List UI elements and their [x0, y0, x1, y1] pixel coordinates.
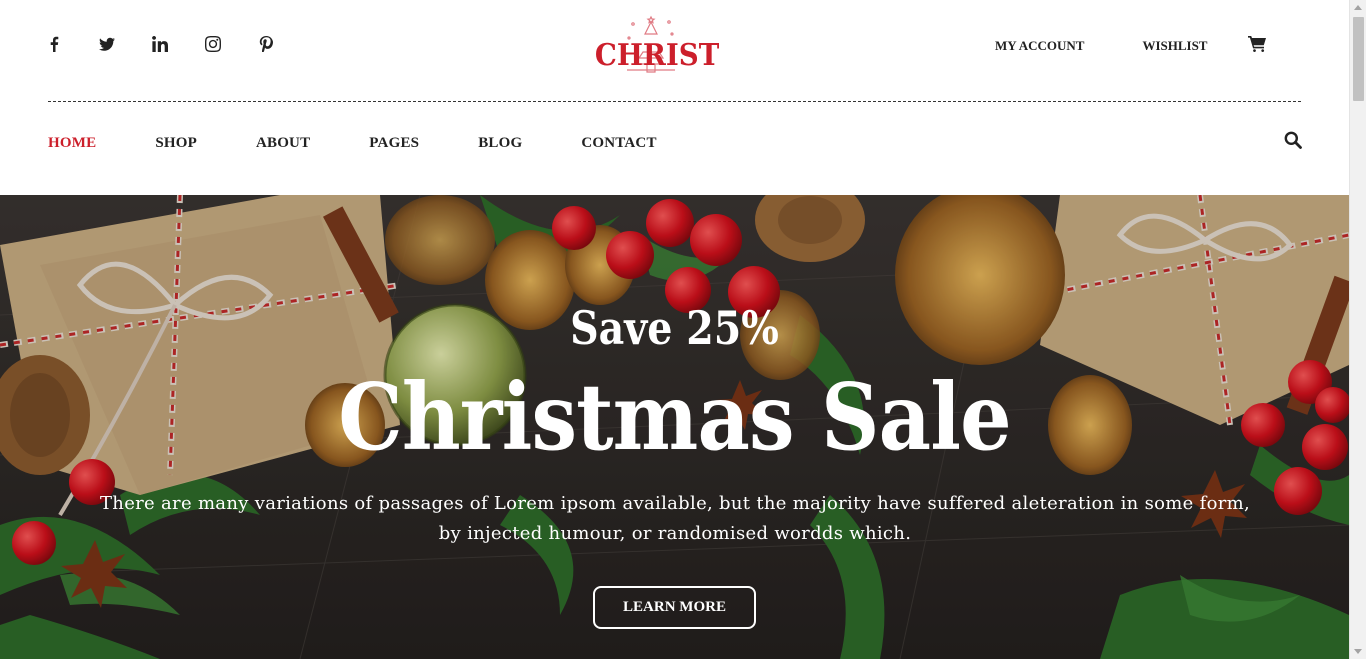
hero-content: Save 25% Christmas Sale There are many v… — [0, 195, 1349, 659]
nav-contact[interactable]: CONTACT — [581, 135, 656, 152]
scrollbar-thumb[interactable] — [1353, 17, 1364, 101]
site-logo[interactable]: CHRIST — [590, 12, 720, 78]
nav-blog[interactable]: BLOG — [478, 135, 522, 152]
hero-subtitle: Save 25% — [570, 301, 779, 355]
instagram-icon[interactable] — [203, 34, 223, 54]
header-divider — [48, 101, 1301, 102]
hero-banner: Save 25% Christmas Sale There are many v… — [0, 195, 1349, 659]
my-account-link[interactable]: MY ACCOUNT — [995, 38, 1084, 54]
hero-title: Christmas Sale — [338, 363, 1011, 471]
twitter-icon[interactable] — [97, 34, 117, 54]
social-links — [44, 34, 309, 54]
page-scrollbar[interactable] — [1349, 0, 1366, 659]
logo-text: CHRIST — [594, 38, 720, 73]
pinterest-icon[interactable] — [256, 34, 276, 54]
scroll-up-arrow-icon[interactable] — [1354, 5, 1362, 10]
nav-about[interactable]: ABOUT — [256, 135, 310, 152]
linkedin-icon[interactable] — [150, 34, 170, 54]
main-nav: HOME SHOP ABOUT PAGES BLOG CONTACT — [48, 135, 716, 152]
facebook-icon[interactable] — [44, 34, 64, 54]
page: CHRIST MY ACCOUNT WISHLIST HOME SHOP ABO… — [0, 0, 1349, 659]
scroll-down-arrow-icon[interactable] — [1354, 649, 1362, 654]
nav-home[interactable]: HOME — [48, 135, 96, 152]
wishlist-link[interactable]: WISHLIST — [1142, 38, 1207, 54]
nav-pages[interactable]: PAGES — [369, 135, 419, 152]
cart-icon[interactable] — [1248, 36, 1266, 52]
learn-more-button[interactable]: LEARN MORE — [593, 586, 756, 629]
nav-shop[interactable]: SHOP — [155, 135, 197, 152]
search-icon[interactable] — [1284, 131, 1302, 149]
account-links: MY ACCOUNT WISHLIST — [995, 38, 1265, 54]
hero-description: There are many variations of passages of… — [100, 493, 1250, 544]
